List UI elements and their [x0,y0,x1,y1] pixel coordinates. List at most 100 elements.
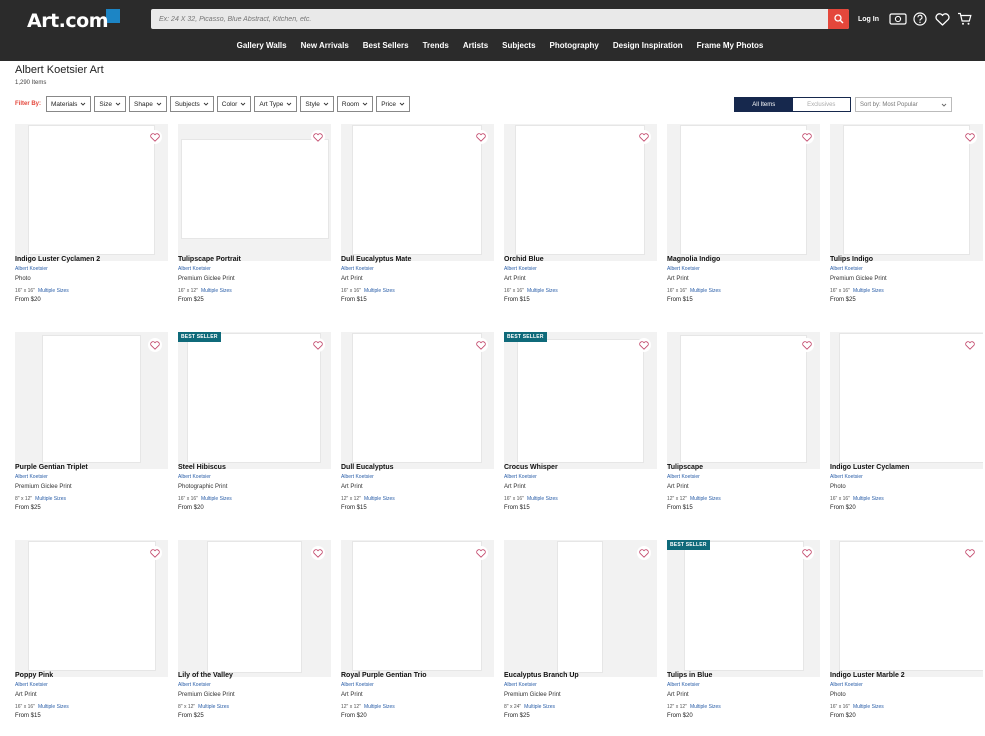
product-artist[interactable]: Albert Koetsier [830,474,863,480]
product-card[interactable]: Eucalyptus Branch Up Albert Koetsier Pre… [504,540,657,730]
multiple-sizes-link[interactable]: Multiple Sizes [364,496,395,502]
favorite-heart-icon[interactable] [800,130,814,144]
product-title[interactable]: Royal Purple Gentian Trio [341,672,427,679]
product-title[interactable]: Poppy Pink [15,672,53,679]
product-card[interactable]: BEST SELLER Crocus Whisper Albert Koetsi… [504,332,657,522]
multiple-sizes-link[interactable]: Multiple Sizes [690,704,721,710]
favorite-heart-icon[interactable] [474,546,488,560]
nav-subjects[interactable]: Subjects [502,39,535,53]
product-image[interactable] [667,124,820,261]
filter-subjects[interactable]: Subjects [169,96,214,112]
product-title[interactable]: Steel Hibiscus [178,464,226,471]
favorite-heart-icon[interactable] [311,338,325,352]
product-image[interactable] [15,540,168,677]
product-title[interactable]: Crocus Whisper [504,464,558,471]
product-card[interactable]: Dull Eucalyptus Mate Albert Koetsier Art… [341,124,494,314]
multiple-sizes-link[interactable]: Multiple Sizes [35,496,66,502]
product-artist[interactable]: Albert Koetsier [178,682,211,688]
multiple-sizes-link[interactable]: Multiple Sizes [201,496,232,502]
favorite-heart-icon[interactable] [148,130,162,144]
favorite-heart-icon[interactable] [800,546,814,560]
multiple-sizes-link[interactable]: Multiple Sizes [364,704,395,710]
favorite-heart-icon[interactable] [800,338,814,352]
product-image[interactable] [667,332,820,469]
product-card[interactable]: Indigo Luster Cyclamen Albert Koetsier P… [830,332,983,522]
product-card[interactable]: Tulips Indigo Albert Koetsier Premium Gi… [830,124,983,314]
product-card[interactable]: Indigo Luster Marble 2 Albert Koetsier P… [830,540,983,730]
product-card[interactable]: Purple Gentian Triplet Albert Koetsier P… [15,332,168,522]
multiple-sizes-link[interactable]: Multiple Sizes [201,288,232,294]
product-image[interactable]: BEST SELLER [178,332,331,469]
nav-photography[interactable]: Photography [550,39,599,53]
multiple-sizes-link[interactable]: Multiple Sizes [527,288,558,294]
art-com-logo[interactable]: Art.com [27,9,120,33]
product-title[interactable]: Eucalyptus Branch Up [504,672,579,679]
product-image[interactable]: BEST SELLER [504,332,657,469]
product-artist[interactable]: Albert Koetsier [830,266,863,272]
multiple-sizes-link[interactable]: Multiple Sizes [364,288,395,294]
product-image[interactable] [830,332,983,469]
filter-price[interactable]: Price [376,96,411,112]
nav-gallery-walls[interactable]: Gallery Walls [237,39,287,53]
product-title[interactable]: Tulips in Blue [667,672,712,679]
product-image[interactable] [504,540,657,677]
favorite-heart-icon[interactable] [963,338,977,352]
favorite-heart-icon[interactable] [637,338,651,352]
product-image[interactable] [341,540,494,677]
favorite-heart-icon[interactable] [474,130,488,144]
product-artist[interactable]: Albert Koetsier [178,266,211,272]
product-artist[interactable]: Albert Koetsier [15,266,48,272]
product-card[interactable]: Lily of the Valley Albert Koetsier Premi… [178,540,331,730]
product-artist[interactable]: Albert Koetsier [504,682,537,688]
product-card[interactable]: BEST SELLER Tulips in Blue Albert Koetsi… [667,540,820,730]
product-card[interactable]: Poppy Pink Albert Koetsier Art Print 16"… [15,540,168,730]
filter-size[interactable]: Size [94,96,127,112]
nav-artists[interactable]: Artists [463,39,488,53]
product-card[interactable]: Indigo Luster Cyclamen 2 Albert Koetsier… [15,124,168,314]
nav-best-sellers[interactable]: Best Sellers [363,39,409,53]
product-title[interactable]: Dull Eucalyptus Mate [341,256,411,263]
product-artist[interactable]: Albert Koetsier [504,266,537,272]
product-title[interactable]: Indigo Luster Cyclamen 2 [15,256,100,263]
product-card[interactable]: Orchid Blue Albert Koetsier Art Print 16… [504,124,657,314]
product-artist[interactable]: Albert Koetsier [341,682,374,688]
filter-room[interactable]: Room [336,96,374,112]
product-image[interactable] [830,124,983,261]
product-title[interactable]: Indigo Luster Marble 2 [830,672,905,679]
multiple-sizes-link[interactable]: Multiple Sizes [38,288,69,294]
filter-color[interactable]: Color [216,96,252,112]
multiple-sizes-link[interactable]: Multiple Sizes [527,496,558,502]
search-input[interactable] [151,9,828,29]
product-card[interactable]: Tulipscape Portrait Albert Koetsier Prem… [178,124,331,314]
product-title[interactable]: Lily of the Valley [178,672,233,679]
filter-style[interactable]: Style [300,96,334,112]
product-card[interactable]: Magnolia Indigo Albert Koetsier Art Prin… [667,124,820,314]
favorite-heart-icon[interactable] [311,546,325,560]
product-card[interactable]: Royal Purple Gentian Trio Albert Koetsie… [341,540,494,730]
favorite-heart-icon[interactable] [963,546,977,560]
filter-materials[interactable]: Materials [46,96,92,112]
product-artist[interactable]: Albert Koetsier [15,682,48,688]
product-image[interactable] [178,540,331,677]
multiple-sizes-link[interactable]: Multiple Sizes [690,496,721,502]
multiple-sizes-link[interactable]: Multiple Sizes [524,704,555,710]
product-title[interactable]: Tulipscape [667,464,703,471]
favorite-heart-icon[interactable] [148,338,162,352]
product-title[interactable]: Magnolia Indigo [667,256,720,263]
multiple-sizes-link[interactable]: Multiple Sizes [853,704,884,710]
cart-icon[interactable] [955,11,973,27]
product-image[interactable] [830,540,983,677]
product-image[interactable] [341,332,494,469]
filter-shape[interactable]: Shape [129,96,167,112]
product-image[interactable] [341,124,494,261]
exclusives-tab[interactable]: Exclusives [792,98,850,111]
product-artist[interactable]: Albert Koetsier [667,266,700,272]
filter-art-type[interactable]: Art Type [254,96,298,112]
product-artist[interactable]: Albert Koetsier [667,474,700,480]
product-artist[interactable]: Albert Koetsier [341,266,374,272]
nav-design-inspiration[interactable]: Design Inspiration [613,39,683,53]
search-button[interactable] [828,9,849,29]
favorite-heart-icon[interactable] [148,546,162,560]
multiple-sizes-link[interactable]: Multiple Sizes [853,496,884,502]
multiple-sizes-link[interactable]: Multiple Sizes [690,288,721,294]
